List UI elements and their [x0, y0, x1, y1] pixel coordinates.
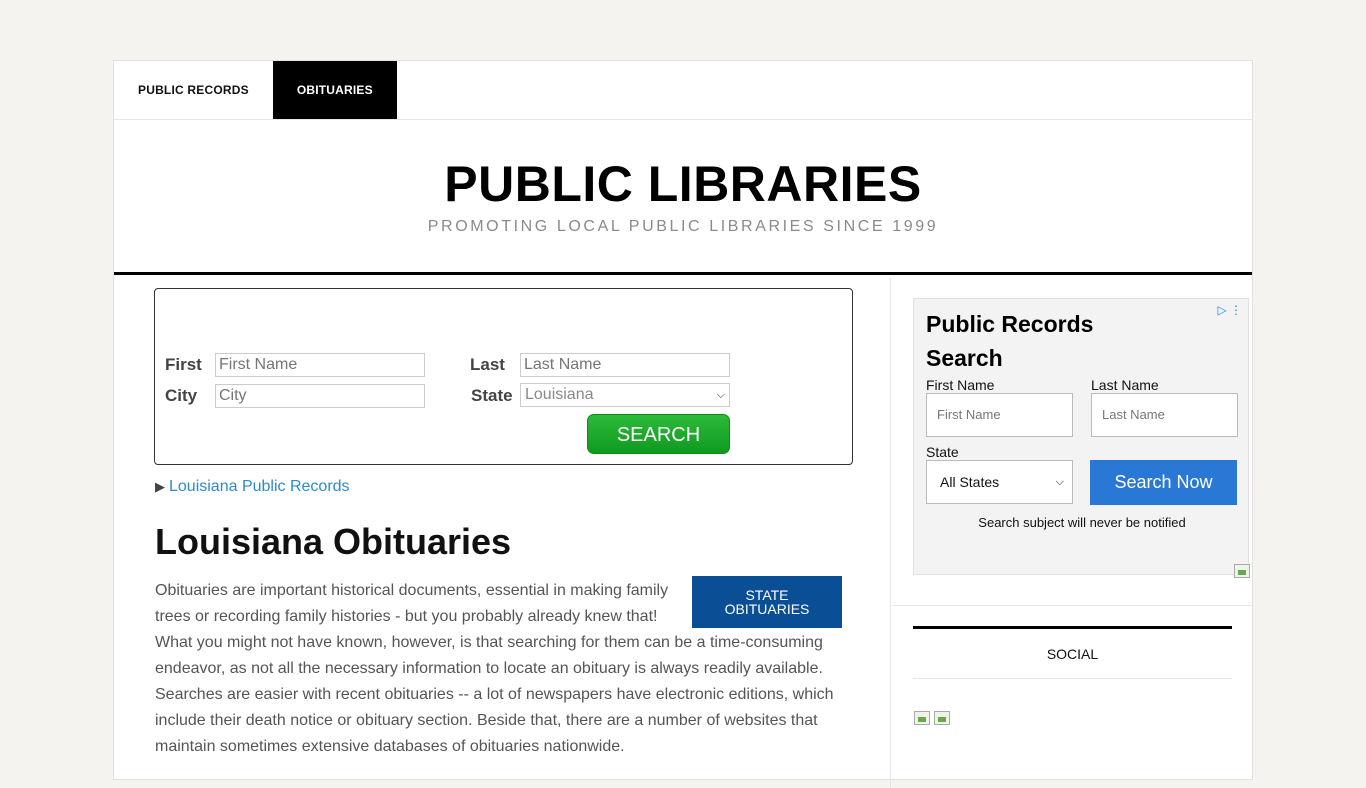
state-select-value: Louisiana	[525, 386, 594, 403]
ad-last-name-input[interactable]: Last Name	[1091, 393, 1238, 437]
first-name-input[interactable]	[215, 353, 425, 377]
site-header: PUBLIC LIBRARIES PROMOTING LOCAL PUBLIC …	[114, 120, 1252, 275]
sidebar-divider	[892, 605, 1252, 606]
last-name-input[interactable]	[520, 353, 730, 377]
nav-obituaries[interactable]: OBITUARIES	[272, 61, 397, 119]
city-label: City	[165, 386, 198, 405]
people-search-form: First Last City State Louisiana ⌵ SEARCH	[154, 288, 853, 465]
social-divider	[913, 678, 1232, 679]
broken-image-icon	[1234, 564, 1250, 578]
intro-paragraph: Obituaries are important historical docu…	[155, 578, 845, 760]
ad-choices-icon[interactable]: ▷ ⋮	[1217, 303, 1242, 317]
last-label: Last	[470, 355, 505, 374]
paragraph-line: trees or recording family histories - bu…	[155, 608, 658, 625]
social-heading: SOCIAL	[1046, 646, 1099, 662]
state-label: State	[471, 386, 513, 405]
ad-title: Public Records Search	[926, 311, 1094, 371]
top-navigation: PUBLIC RECORDS OBITUARIES	[114, 61, 1252, 120]
nav-public-records[interactable]: PUBLIC RECORDS	[114, 61, 273, 119]
site-container: PUBLIC RECORDS OBITUARIES PUBLIC LIBRARI…	[113, 60, 1253, 788]
site-tagline: PROMOTING LOCAL PUBLIC LIBRARIES SINCE 1…	[427, 218, 939, 235]
chevron-down-icon: ⌵	[716, 388, 725, 401]
paragraph-line: Searches are easier with recent obituari…	[155, 686, 834, 703]
paragraph-line: Obituaries are important historical docu…	[155, 582, 669, 599]
triangle-right-icon: ▶	[155, 479, 165, 494]
social-link-icon[interactable]	[934, 711, 950, 725]
site-title[interactable]: PUBLIC LIBRARIES	[114, 120, 1252, 212]
paragraph-line: What you might not have known, however, …	[155, 634, 823, 651]
social-link-icon[interactable]	[914, 711, 930, 725]
first-label: First	[165, 355, 202, 374]
main-content: First Last City State Louisiana ⌵ SEARCH…	[114, 278, 891, 788]
public-records-link[interactable]: ▶ Louisiana Public Records	[155, 478, 350, 496]
paragraph-line: endeavor, as not all the necessary infor…	[155, 660, 823, 677]
paragraph-line: include their death notice or obituary s…	[155, 712, 818, 729]
paragraph-line: maintain sometimes extensive databases o…	[155, 738, 625, 755]
records-search-ad: ▷ ⋮ Public Records Search First Name Fir…	[913, 298, 1250, 578]
public-records-link-label[interactable]: Louisiana Public Records	[169, 478, 350, 495]
ad-state-label: State	[926, 444, 959, 460]
sidebar: ▷ ⋮ Public Records Search First Name Fir…	[892, 278, 1252, 788]
search-button[interactable]: SEARCH	[587, 414, 730, 454]
page-heading: Louisiana Obituaries	[155, 521, 512, 562]
ad-state-value: All States	[940, 474, 1000, 490]
social-top-rule	[913, 626, 1232, 629]
ad-first-label: First Name	[926, 377, 995, 393]
ad-state-select[interactable]: All States ⌵	[926, 460, 1073, 504]
ad-search-now-button[interactable]: Search Now	[1090, 460, 1237, 505]
chevron-down-icon: ⌵	[1055, 475, 1064, 488]
city-input[interactable]	[215, 384, 425, 408]
ad-disclaimer: Search subject will never be notified	[978, 515, 1186, 530]
ad-first-name-input[interactable]: First Name	[926, 393, 1073, 437]
ad-last-label: Last Name	[1091, 377, 1159, 393]
state-select[interactable]: Louisiana ⌵	[520, 383, 730, 407]
